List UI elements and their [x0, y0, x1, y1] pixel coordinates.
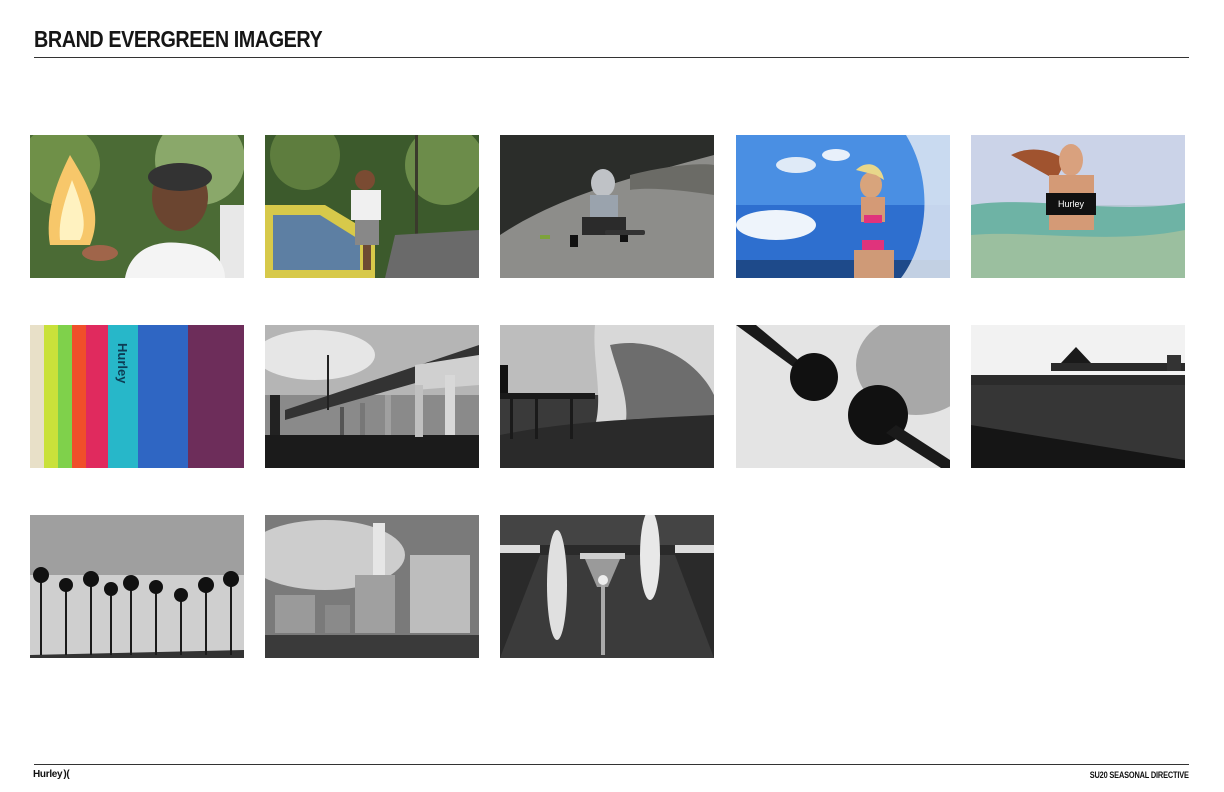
photo-skater-sitting-hill[interactable]	[500, 135, 714, 278]
photo-colorful-surfboards[interactable]: Hurley	[30, 325, 244, 468]
photo-surfboard-room[interactable]	[500, 515, 714, 658]
page-title: BRAND EVERGREEN IMAGERY	[34, 26, 323, 52]
footer-directive: SU20 SEASONAL DIRECTIVE	[1089, 770, 1189, 780]
photo-palm-row-skyline[interactable]	[30, 515, 244, 658]
photo-power-plant[interactable]	[265, 515, 479, 658]
header-divider	[34, 57, 1189, 58]
footer-divider	[34, 764, 1189, 765]
photo-man-fire-trees[interactable]	[30, 135, 244, 278]
photo-man-sitting-car-forest[interactable]	[265, 135, 479, 278]
photo-woman-ocean-swimwear[interactable]: Hurley	[971, 135, 1185, 278]
brand-mark-icon: )(	[63, 769, 70, 780]
photo-wave-pier[interactable]	[500, 325, 714, 468]
brand-name: Hurley	[33, 769, 63, 780]
photo-pier-underside[interactable]	[265, 325, 479, 468]
surfboard-logo-text: Hurley	[115, 343, 130, 384]
photo-crowd-pier[interactable]	[971, 325, 1185, 468]
photo-palm-trees-sky[interactable]	[736, 325, 950, 468]
swimwear-logo-text: Hurley	[1058, 199, 1085, 209]
brand-logo[interactable]: Hurley)(	[33, 769, 70, 780]
photo-woman-water-splash[interactable]	[736, 135, 950, 278]
